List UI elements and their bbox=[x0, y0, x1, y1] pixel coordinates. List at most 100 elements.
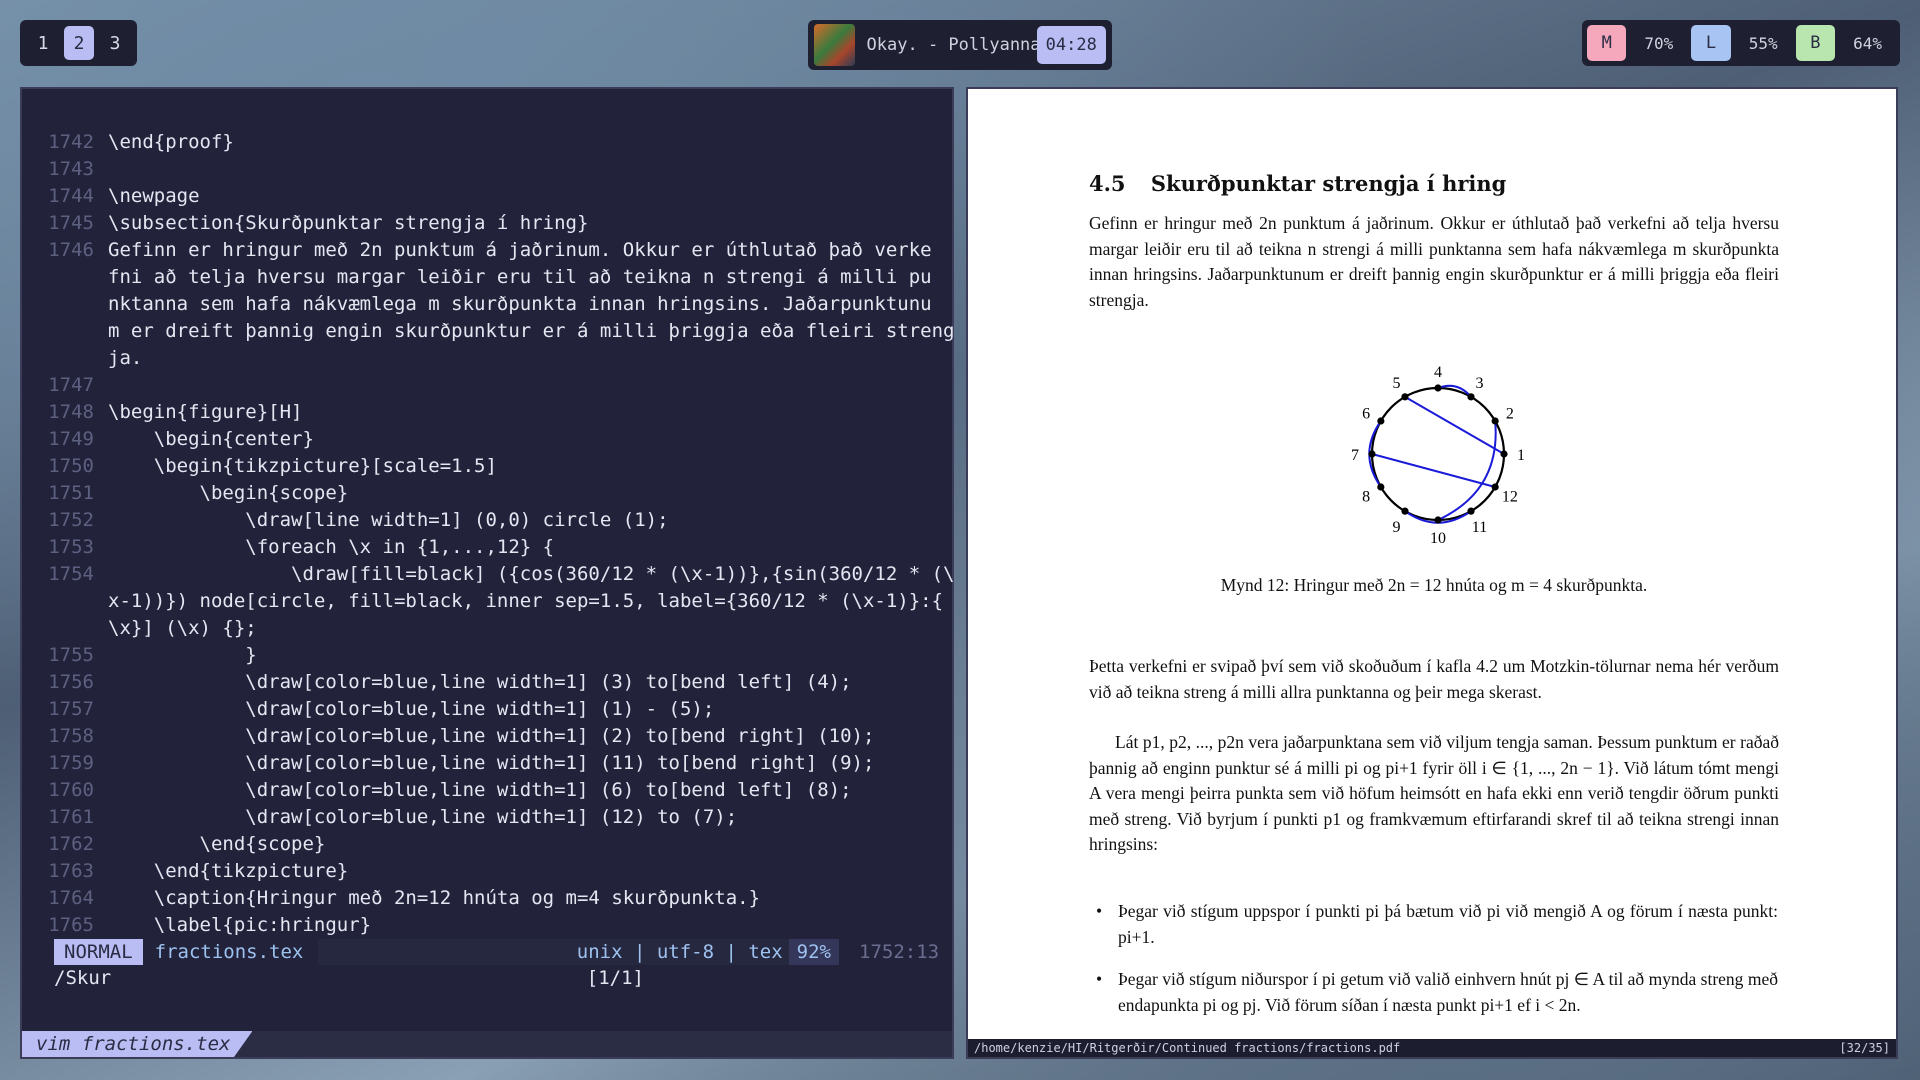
workspace-3[interactable]: 3 bbox=[100, 26, 130, 60]
status-format: unix | utf-8 | tex bbox=[570, 939, 789, 965]
workspace-1[interactable]: 1 bbox=[28, 26, 58, 60]
node-label: 12 bbox=[1502, 489, 1518, 506]
vim-cmdline[interactable]: /Skur [1/1] bbox=[54, 967, 644, 995]
code-line[interactable]: 1742 \end{proof} bbox=[22, 129, 952, 156]
line-text: \begin{center} bbox=[108, 428, 314, 450]
code-line[interactable]: 1753 \foreach \x in {1,...,12} { bbox=[22, 534, 952, 561]
code-line[interactable]: nktanna sem hafa nákvæmlega m skurðpunkt… bbox=[22, 291, 952, 318]
code-line[interactable]: 1762 \end{scope} bbox=[22, 831, 952, 858]
battery-badge: B bbox=[1795, 25, 1836, 61]
line-number: 1743 bbox=[48, 158, 94, 180]
vim-statusline: NORMAL fractions.tex unix | utf-8 | tex … bbox=[54, 938, 940, 966]
code-line[interactable]: 1751 \begin{scope} bbox=[22, 480, 952, 507]
line-text: \foreach \x in {1,...,12} { bbox=[108, 536, 555, 558]
code-line[interactable]: 1749 \begin{center} bbox=[22, 426, 952, 453]
line-text: \draw[color=blue,line width=1] (12) to (… bbox=[108, 806, 738, 828]
paragraph-motzkin: Þetta verkefni er svipað því sem við sko… bbox=[1089, 656, 1779, 702]
line-text: \end{tikzpicture} bbox=[108, 860, 349, 882]
line-text: } bbox=[108, 644, 257, 666]
node-label: 5 bbox=[1393, 375, 1401, 392]
code-line[interactable]: 1744 \newpage bbox=[22, 183, 952, 210]
pdf-viewer-window[interactable]: 4.5 Skurðpunktar strengja í hring Gefinn… bbox=[966, 87, 1898, 1059]
code-line[interactable]: 1746 Gefinn er hringur með 2n punktum á j… bbox=[22, 237, 952, 264]
line-text: ja. bbox=[108, 347, 143, 369]
line-text: \draw[color=blue,line width=1] (11) to[b… bbox=[108, 752, 875, 774]
code-line[interactable]: 1747 bbox=[22, 372, 952, 399]
line-number: 1757 bbox=[48, 698, 94, 720]
code-line[interactable]: 1765 \label{pic:hringur} bbox=[22, 912, 952, 939]
line-text: \begin{tikzpicture}[scale=1.5] bbox=[108, 455, 497, 477]
node-label: 2 bbox=[1506, 406, 1514, 423]
mode-indicator: NORMAL bbox=[54, 939, 143, 965]
node-label: 1 bbox=[1517, 447, 1525, 464]
line-number bbox=[22, 345, 108, 372]
status-spacer bbox=[317, 939, 571, 965]
code-line[interactable]: 1761 \draw[color=blue,line width=1] (12)… bbox=[22, 804, 952, 831]
outer-circle bbox=[1370, 386, 1506, 522]
code-line[interactable]: 1748 \begin{figure}[H] bbox=[22, 399, 952, 426]
line-text: m er dreift þannig engin skurðpunktur er… bbox=[108, 320, 955, 342]
pdf-page-indicator: [32/35] bbox=[1839, 1041, 1890, 1055]
pdf-path: /home/kenzie/HI/Ritgerðir/Continued frac… bbox=[974, 1041, 1401, 1055]
line-number: 1754 bbox=[48, 563, 94, 585]
line-text: \draw[color=blue,line width=1] (3) to[be… bbox=[108, 671, 852, 693]
line-number: 1761 bbox=[48, 806, 94, 828]
system-stats: M 70% L 55% B 64% bbox=[1582, 20, 1900, 66]
memory-badge: M bbox=[1587, 25, 1627, 61]
line-text: \end{scope} bbox=[108, 833, 326, 855]
search-match-count: [1/1] bbox=[586, 967, 644, 989]
code-line[interactable]: x-1))}) node[circle, fill=black, inner s… bbox=[22, 588, 952, 615]
chord bbox=[1437, 420, 1497, 521]
line-number: 1742 bbox=[48, 131, 94, 153]
workspace-switcher: 1 2 3 bbox=[20, 20, 137, 66]
code-line[interactable]: 1758 \draw[color=blue,line width=1] (2) … bbox=[22, 723, 952, 750]
load-value: 55% bbox=[1748, 33, 1778, 53]
workspace-2[interactable]: 2 bbox=[64, 26, 94, 60]
code-line[interactable]: 1759 \draw[color=blue,line width=1] (11)… bbox=[22, 750, 952, 777]
code-line[interactable]: \x}] (\x) {}; bbox=[22, 615, 952, 642]
bullet-upstep: Þegar við stígum uppspor í punkti pi þá … bbox=[1096, 899, 1778, 950]
line-text: \draw[color=blue,line width=1] (1) - (5)… bbox=[108, 698, 715, 720]
line-number bbox=[22, 588, 108, 615]
line-text: \draw[color=blue,line width=1] (2) to[be… bbox=[108, 725, 875, 747]
track-title: Okay. - Pollyanna bbox=[866, 35, 1041, 55]
code-line[interactable]: 1764 \caption{Hringur með 2n=12 hnúta og… bbox=[22, 885, 952, 912]
chord bbox=[1371, 453, 1496, 488]
memory-value: 70% bbox=[1644, 33, 1674, 53]
line-number: 1758 bbox=[48, 725, 94, 747]
line-number bbox=[22, 615, 108, 642]
line-number bbox=[22, 318, 108, 345]
code-line[interactable]: 1754 \draw[fill=black] ({cos(360/12 * (\… bbox=[22, 561, 954, 588]
line-text: x-1))}) node[circle, fill=black, inner s… bbox=[108, 590, 944, 612]
search-command: /Skur bbox=[54, 967, 112, 989]
code-line[interactable]: fni að telja hversu margar leiðir eru ti… bbox=[22, 264, 952, 291]
line-number: 1753 bbox=[48, 536, 94, 558]
code-line[interactable]: 1756 \draw[color=blue,line width=1] (3) … bbox=[22, 669, 952, 696]
code-line[interactable]: 1752 \draw[line width=1] (0,0) circle (1… bbox=[22, 507, 952, 534]
node-dot bbox=[1377, 483, 1385, 491]
line-number: 1746 bbox=[48, 239, 94, 261]
line-text: Gefinn er hringur með 2n punktum á jaðri… bbox=[108, 239, 932, 261]
vim-editor-window[interactable]: 1742 \end{proof} 1743 1744 \newpage 1745 \subs… bbox=[20, 87, 954, 1059]
album-art bbox=[814, 24, 855, 66]
cursor-position: 1752:13 bbox=[859, 941, 940, 963]
section-heading: 4.5 Skurðpunktar strengja í hring bbox=[1089, 171, 1506, 196]
code-line[interactable]: m er dreift þannig engin skurðpunktur er… bbox=[22, 318, 955, 345]
code-line[interactable]: 1745 \subsection{Skurðpunktar strengja í … bbox=[22, 210, 952, 237]
node-label: 11 bbox=[1472, 519, 1487, 536]
code-line[interactable]: 1743 bbox=[22, 156, 952, 183]
code-line[interactable]: 1750 \begin{tikzpicture}[scale=1.5] bbox=[22, 453, 952, 480]
line-number: 1756 bbox=[48, 671, 94, 693]
code-line[interactable]: 1763 \end{tikzpicture} bbox=[22, 858, 952, 885]
code-buffer[interactable]: 1742 \end{proof} 1743 1744 \newpage 1745 \subs… bbox=[22, 129, 955, 939]
code-line[interactable]: 1757 \draw[color=blue,line width=1] (1) … bbox=[22, 696, 952, 723]
line-number: 1751 bbox=[48, 482, 94, 504]
code-line[interactable]: ja. bbox=[22, 345, 952, 372]
code-line[interactable]: 1760 \draw[color=blue,line width=1] (6) … bbox=[22, 777, 952, 804]
code-line[interactable]: 1755 } bbox=[22, 642, 952, 669]
node-dot bbox=[1377, 417, 1385, 425]
media-player[interactable]: Okay. - Pollyanna 04:28 bbox=[808, 20, 1112, 70]
line-number: 1755 bbox=[48, 644, 94, 666]
terminal-tab[interactable]: vim fractions.tex bbox=[22, 1031, 253, 1057]
line-text: \begin{scope} bbox=[108, 482, 349, 504]
